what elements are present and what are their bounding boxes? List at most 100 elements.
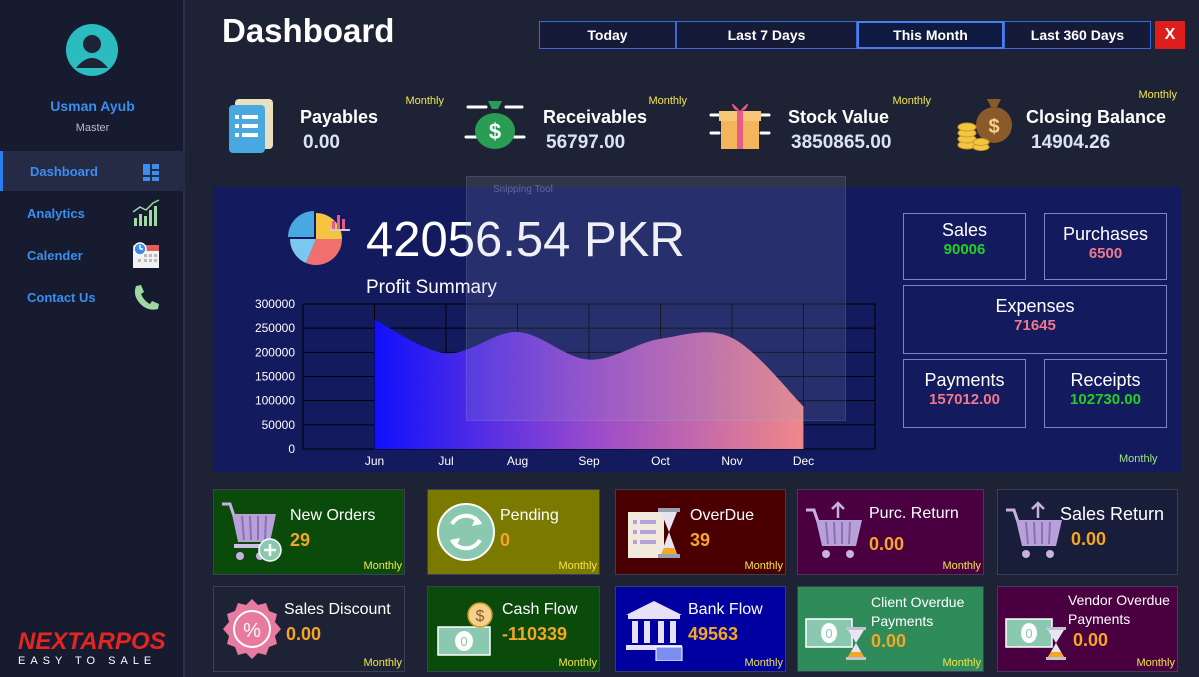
kpi-value: 56797.00 bbox=[546, 132, 626, 153]
y-tick-label: 200000 bbox=[255, 345, 295, 359]
y-tick-label: 250000 bbox=[255, 321, 295, 335]
card-client-overdue-payments[interactable]: 0 Client Overdue Payments 0.00 Monthly bbox=[797, 586, 984, 672]
card-cash-flow[interactable]: 0 $ Cash Flow -110339 Monthly bbox=[427, 586, 600, 672]
summary-label: Receipts bbox=[1070, 370, 1141, 390]
card-title: Vendor Overdue Payments bbox=[1068, 592, 1170, 627]
card-title: Bank Flow bbox=[688, 601, 763, 618]
summary-label: Sales bbox=[941, 220, 988, 240]
kpi-title: Payables bbox=[300, 107, 379, 127]
summary-purchases[interactable]: Purchases 6500 bbox=[1044, 213, 1167, 280]
data-point bbox=[445, 352, 447, 354]
x-tick-label: Oct bbox=[651, 454, 670, 468]
sidebar-item-analytics[interactable]: Analytics bbox=[0, 193, 185, 233]
svg-text:$: $ bbox=[476, 608, 485, 625]
summary-value: 90006 bbox=[943, 241, 986, 258]
kpi-stock-value[interactable]: Stock Value 3850865.00 Monthly bbox=[701, 85, 931, 167]
card-value: 0.00 bbox=[1073, 630, 1109, 650]
sidebar-item-label: Contact Us bbox=[27, 289, 96, 305]
pie-chart-icon bbox=[286, 209, 352, 267]
card-new-orders[interactable]: New Orders 29 Monthly bbox=[213, 489, 405, 575]
x-tick-label: Nov bbox=[721, 454, 742, 468]
card-value: 0.00 bbox=[871, 631, 907, 651]
sidebar-item-contact-us[interactable]: Contact Us bbox=[0, 277, 185, 317]
summary-receipts[interactable]: Receipts 102730.00 bbox=[1044, 359, 1167, 428]
y-tick-label: 0 bbox=[288, 442, 295, 456]
card-period: Monthly bbox=[1136, 657, 1175, 669]
card-value: 0.00 bbox=[1071, 529, 1107, 549]
card-title: Client Overdue Payments bbox=[871, 594, 965, 629]
cart-return-icon bbox=[1004, 500, 1068, 564]
svg-text:$: $ bbox=[489, 119, 501, 144]
profit-period: Monthly bbox=[1119, 453, 1158, 465]
card-value: -110339 bbox=[502, 624, 568, 644]
svg-text:%: % bbox=[243, 620, 261, 642]
sidebar-item-calender[interactable]: Calender bbox=[0, 235, 185, 275]
kpi-payables[interactable]: Payables 0.00 Monthly bbox=[213, 85, 444, 167]
card-value: 49563 bbox=[688, 624, 739, 644]
bar-chart-icon bbox=[130, 198, 162, 228]
card-pending[interactable]: Pending 0 Monthly bbox=[427, 489, 600, 575]
phone-icon bbox=[130, 282, 162, 312]
summary-sales[interactable]: Sales 90006 bbox=[903, 213, 1026, 280]
y-tick-label: 150000 bbox=[255, 370, 295, 384]
card-period: Monthly bbox=[942, 560, 981, 572]
card-purc-return[interactable]: Purc. Return 0.00 Monthly bbox=[797, 489, 984, 575]
summary-payments[interactable]: Payments 157012.00 bbox=[903, 359, 1026, 428]
summary-label: Payments bbox=[924, 370, 1005, 390]
card-title: OverDue bbox=[690, 507, 755, 524]
card-sales-return[interactable]: Sales Return 0.00 bbox=[997, 489, 1178, 575]
x-tick-label: Jun bbox=[365, 454, 384, 468]
money-bag-icon: $ bbox=[464, 93, 526, 155]
range-last-360-days-button[interactable]: Last 360 Days bbox=[1004, 21, 1151, 49]
x-tick-label: Dec bbox=[793, 454, 814, 468]
kpi-period: Monthly bbox=[405, 95, 444, 107]
summary-label: Purchases bbox=[1062, 224, 1149, 244]
kpi-receivables[interactable]: $ Receivables 56797.00 Monthly bbox=[456, 85, 687, 167]
svg-text:0: 0 bbox=[460, 634, 467, 649]
card-period: Monthly bbox=[558, 657, 597, 669]
range-today-button[interactable]: Today bbox=[539, 21, 676, 49]
x-tick-label: Aug bbox=[507, 454, 528, 468]
svg-text:$: $ bbox=[988, 116, 999, 138]
cart-add-icon bbox=[220, 500, 284, 564]
kpi-title: Closing Balance bbox=[1026, 107, 1167, 127]
card-sales-discount[interactable]: % Sales Discount 0.00 Monthly bbox=[213, 586, 405, 672]
close-button[interactable]: X bbox=[1155, 21, 1185, 49]
card-value: 0.00 bbox=[869, 534, 905, 554]
card-bank-flow[interactable]: Bank Flow 49563 Monthly bbox=[615, 586, 786, 672]
kpi-value: 0.00 bbox=[303, 132, 340, 153]
y-tick-label: 300000 bbox=[255, 297, 295, 311]
summary-value: 102730.00 bbox=[1070, 391, 1141, 408]
card-vendor-overdue-payments[interactable]: 0 Vendor Overdue Payments 0.00 Monthly bbox=[997, 586, 1178, 672]
bank-building-icon bbox=[622, 597, 686, 662]
summary-label: Expenses bbox=[995, 296, 1075, 316]
range-last-7-days-button[interactable]: Last 7 Days bbox=[676, 21, 857, 49]
date-range-selector: Today Last 7 Days This Month Last 360 Da… bbox=[539, 21, 1151, 49]
user-avatar-icon[interactable] bbox=[66, 24, 118, 76]
kpi-period: Monthly bbox=[1138, 89, 1177, 101]
summary-value: 6500 bbox=[1088, 245, 1123, 262]
sidebar-item-label: Analytics bbox=[27, 205, 85, 221]
cash-hourglass-icon: 0 bbox=[1004, 597, 1068, 661]
card-overdue[interactable]: OverDue 39 Monthly bbox=[615, 489, 786, 575]
x-tick-label: Sep bbox=[578, 454, 600, 468]
summary-expenses[interactable]: Expenses 71645 bbox=[903, 285, 1167, 354]
coins-bag-icon: $ bbox=[955, 93, 1017, 155]
card-title: Sales Discount bbox=[284, 601, 391, 618]
card-period: Monthly bbox=[744, 560, 783, 572]
sidebar-item-dashboard[interactable]: Dashboard bbox=[0, 151, 185, 191]
summary-value: 157012.00 bbox=[929, 391, 1000, 408]
kpi-title: Receivables bbox=[543, 107, 648, 127]
logo-text: NEXTARPOS bbox=[18, 628, 166, 655]
nextarpos-logo: NEXTARPOS EASY TO SALE bbox=[18, 628, 178, 673]
card-title: Cash Flow bbox=[502, 601, 578, 618]
kpi-closing-balance[interactable]: $ Closing Balance 14904.26 Monthly bbox=[947, 85, 1181, 167]
dashboard-grid-icon bbox=[133, 156, 165, 186]
card-title: Purc. Return bbox=[869, 505, 959, 522]
logo-tagline: EASY TO SALE bbox=[18, 655, 157, 667]
card-value: 0.00 bbox=[286, 624, 322, 644]
card-period: Monthly bbox=[942, 657, 981, 669]
range-this-month-button[interactable]: This Month bbox=[857, 21, 1004, 49]
x-tick-label: Jul bbox=[438, 454, 453, 468]
kpi-period: Monthly bbox=[648, 95, 687, 107]
